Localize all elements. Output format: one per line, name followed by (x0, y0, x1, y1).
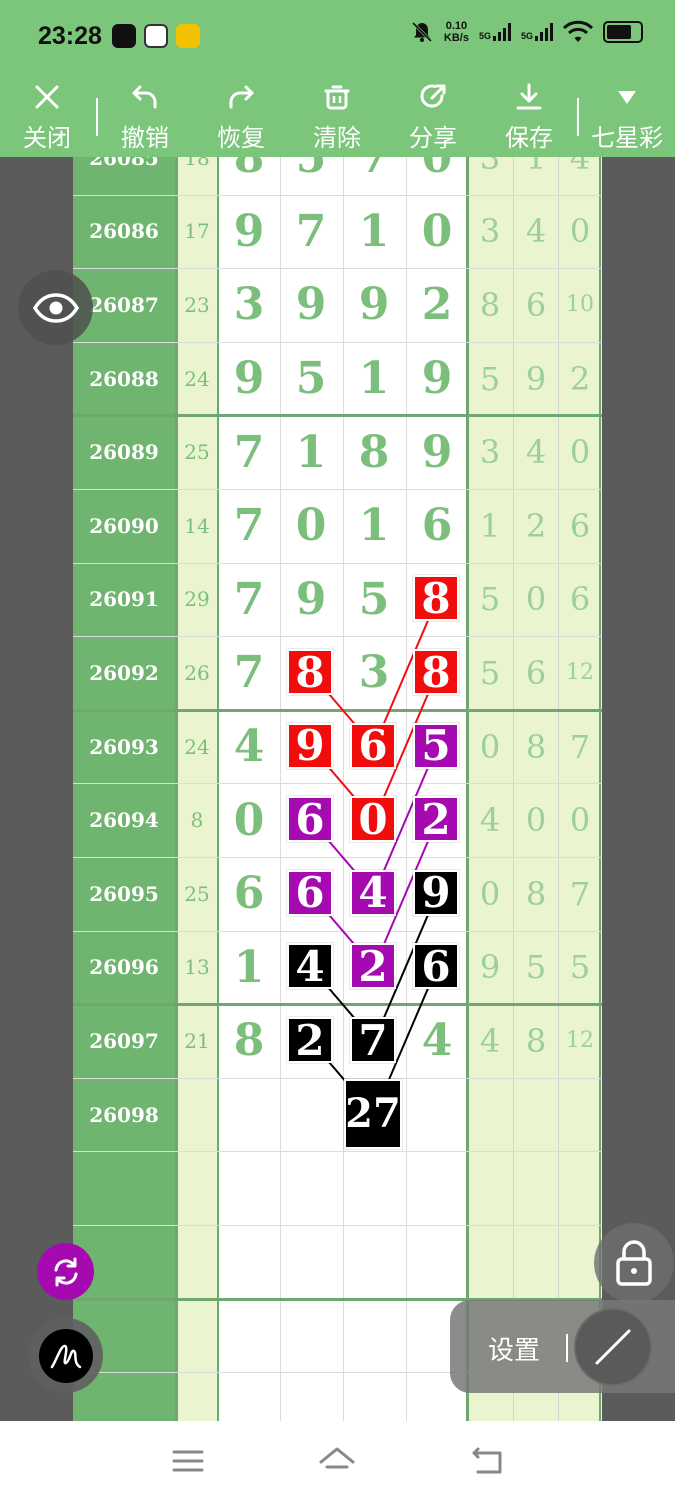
save-button[interactable]: 保存 (494, 78, 564, 157)
toolbar: 关闭 撤销 恢复 清除 分享 保存 七星彩 (0, 78, 675, 157)
tiktok-icon (112, 24, 136, 48)
status-time: 23:28 (38, 22, 102, 50)
highlight-red-box[interactable]: 8 (412, 648, 460, 697)
share-button[interactable]: 分享 (398, 78, 468, 157)
lock-button[interactable] (594, 1223, 674, 1303)
line-icon (595, 1329, 631, 1365)
refresh-icon (54, 1257, 77, 1286)
settings-panel: 设置 (450, 1300, 675, 1393)
prediction-box[interactable]: 27 (343, 1077, 403, 1150)
share-icon (420, 84, 446, 108)
highlight-black-box[interactable]: 9 (412, 868, 460, 917)
wifi-icon (563, 20, 593, 42)
line-tool-button[interactable] (574, 1308, 652, 1386)
pen-tool-button[interactable] (28, 1318, 103, 1393)
lock-icon (616, 1240, 652, 1286)
undo-button[interactable]: 撤销 (110, 78, 180, 157)
redo-button[interactable]: 恢复 (206, 78, 276, 157)
lottery-trend-board[interactable]: 26085 18 8 5 7 0 3 1 4 26086 17 9 7 1 0 3 4 0 26087 23 3 9 9 2 8… (73, 157, 602, 1421)
status-indicators: 0.10 KB/s 5G 5G (410, 20, 643, 44)
top-bar: 23:28 0.10 KB/s 5G 5G 关闭 撤销 恢复 清除 分享 保存 … (0, 0, 675, 157)
highlight-red-box[interactable]: 0 (349, 795, 397, 844)
refresh-button[interactable] (37, 1243, 94, 1300)
undo-icon (132, 85, 157, 109)
download-icon (516, 83, 542, 110)
network-speed: 0.10 KB/s (443, 20, 469, 44)
close-icon (35, 85, 59, 109)
toolbar-divider (577, 98, 579, 136)
battery-icon (603, 21, 643, 43)
highlight-red-box[interactable]: 9 (286, 721, 334, 770)
highlight-purple-box[interactable]: 5 (412, 721, 460, 770)
highlight-black-box[interactable]: 6 (412, 942, 460, 991)
settings-button[interactable]: 设置 (488, 1330, 540, 1367)
system-nav-bar (0, 1421, 675, 1500)
highlight-purple-box[interactable]: 4 (349, 868, 397, 917)
scribble-icon (50, 1344, 81, 1368)
highlight-purple-box[interactable]: 2 (349, 942, 397, 991)
toolbar-divider (96, 98, 98, 136)
avatar-app-icon (144, 24, 168, 48)
triangle-down-icon (618, 91, 636, 104)
highlight-black-box[interactable]: 7 (349, 1016, 397, 1065)
highlight-red-box[interactable]: 8 (286, 648, 334, 697)
app-notification-icon (176, 24, 200, 48)
signal-sim1-icon: 5G (479, 23, 511, 41)
status-app-icons (112, 24, 200, 48)
lottery-type-dropdown[interactable]: 七星彩 (591, 78, 663, 157)
highlight-purple-box[interactable]: 2 (412, 795, 460, 844)
home-icon[interactable] (318, 1445, 356, 1477)
highlight-black-box[interactable]: 4 (286, 942, 334, 991)
close-button[interactable]: 关闭 (12, 78, 82, 157)
back-icon[interactable] (470, 1445, 504, 1477)
board-drawing (310, 599, 438, 1116)
pen-swatch (38, 1328, 93, 1383)
highlight-purple-box[interactable]: 6 (286, 795, 334, 844)
visibility-toggle-button[interactable] (18, 270, 93, 345)
eye-icon (32, 292, 79, 323)
clear-button[interactable]: 清除 (302, 78, 372, 157)
signal-sim2-icon: 5G (521, 23, 553, 41)
highlight-red-box[interactable]: 8 (412, 574, 460, 623)
mute-bell-icon (411, 21, 432, 43)
settings-divider (566, 1334, 568, 1362)
trash-icon (324, 85, 350, 110)
menu-icon[interactable] (172, 1449, 204, 1473)
highlight-red-box[interactable]: 6 (349, 721, 397, 770)
highlight-purple-box[interactable]: 6 (286, 868, 334, 917)
redo-icon (229, 85, 254, 109)
highlight-black-box[interactable]: 2 (286, 1016, 334, 1065)
